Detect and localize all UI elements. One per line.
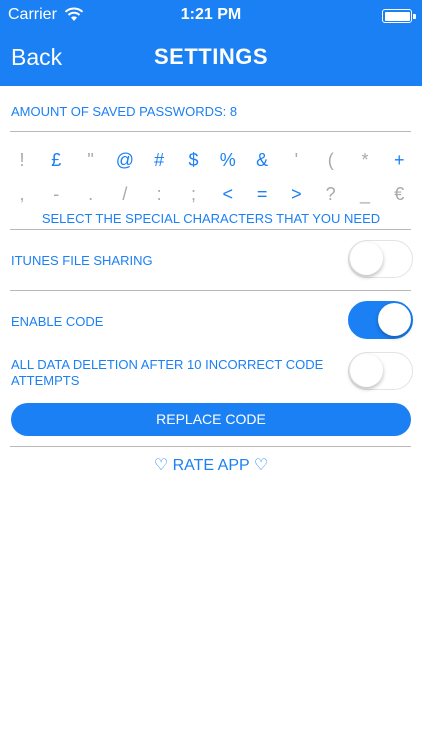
special-char-button[interactable]: ' (281, 150, 311, 171)
nav-bar: Carrier 1:21 PM Back SETTINGS (0, 0, 422, 86)
replace-code-button[interactable]: REPLACE CODE (11, 403, 411, 436)
special-char-button[interactable]: ; (179, 184, 209, 205)
special-char-button[interactable]: € (384, 184, 414, 205)
divider (10, 229, 411, 230)
special-char-button[interactable]: , (7, 184, 37, 205)
enable-code-toggle[interactable] (348, 301, 413, 339)
special-char-button[interactable]: / (110, 184, 140, 205)
special-char-button[interactable]: @ (110, 150, 140, 171)
special-char-button[interactable]: & (247, 150, 277, 171)
special-char-button[interactable]: # (144, 150, 174, 171)
special-char-button[interactable]: < (213, 184, 243, 205)
special-char-button[interactable]: ? (316, 184, 346, 205)
rate-app-button[interactable]: ♡ RATE APP ♡ (0, 455, 422, 475)
itunes-sharing-toggle[interactable] (348, 240, 413, 278)
toggle-knob (378, 303, 411, 336)
special-chars-hint: SELECT THE SPECIAL CHARACTERS THAT YOU N… (41, 211, 381, 226)
toggle-knob (350, 354, 383, 387)
special-char-button[interactable]: $ (179, 150, 209, 171)
battery-icon (382, 9, 416, 23)
special-char-button[interactable]: ( (316, 150, 346, 171)
saved-passwords-label: AMOUNT OF SAVED PASSWORDS: 8 (11, 104, 238, 119)
special-char-button[interactable]: " (76, 150, 106, 171)
itunes-sharing-label: iTUNES FILE SHARING (11, 253, 153, 268)
status-time: 1:21 PM (180, 6, 242, 23)
page-title: SETTINGS (153, 44, 268, 69)
special-char-button[interactable]: ! (7, 150, 37, 171)
special-char-button[interactable]: : (144, 184, 174, 205)
special-char-button[interactable]: + (384, 150, 414, 171)
enable-code-label: ENABLE CODE (11, 314, 104, 329)
special-char-button[interactable]: % (213, 150, 243, 171)
status-bar: Carrier 1:21 PM (0, 0, 422, 30)
special-char-button[interactable]: * (350, 150, 380, 171)
data-deletion-label: ALL DATA DELETION AFTER 10 INCORRECT COD… (11, 357, 324, 388)
special-char-button[interactable]: _ (350, 184, 380, 205)
divider (10, 290, 411, 291)
divider (10, 446, 411, 447)
special-char-button[interactable]: > (281, 184, 311, 205)
special-char-button[interactable]: = (247, 184, 277, 205)
special-char-button[interactable]: - (41, 184, 71, 205)
toggle-knob (350, 242, 383, 275)
special-char-button[interactable]: . (76, 184, 106, 205)
special-char-button[interactable]: £ (41, 150, 71, 171)
data-deletion-toggle[interactable] (348, 352, 413, 390)
divider (10, 131, 411, 132)
